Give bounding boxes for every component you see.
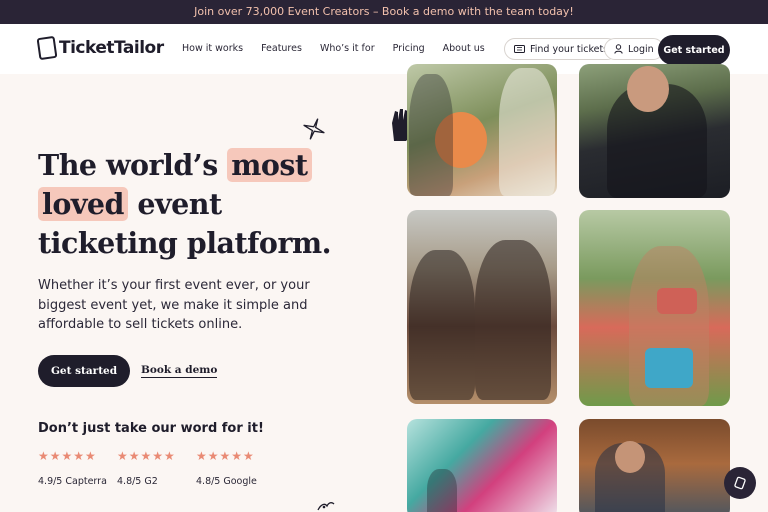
ticket-chat-icon	[734, 476, 746, 490]
nav-link-pricing[interactable]: Pricing	[393, 43, 425, 54]
review-capterra: ★★★★★ 4.9/5 Capterra	[38, 449, 107, 487]
hero-title-part3: ticketing platform.	[38, 226, 332, 260]
nav-links: How it works Features Who’s it for Prici…	[182, 43, 485, 54]
hero-subtitle: Whether it’s your first event ever, or y…	[38, 278, 310, 332]
user-icon	[614, 44, 623, 54]
sparkle-icon	[303, 118, 325, 140]
login-button[interactable]: Login	[604, 38, 664, 60]
event-photo-audience	[579, 419, 730, 512]
star-rating-icon: ★★★★★	[196, 449, 255, 463]
ticket-icon	[514, 45, 525, 53]
nav-link-features[interactable]: Features	[261, 43, 302, 54]
event-photo-carnival	[407, 419, 557, 512]
event-photo-garden	[407, 64, 557, 196]
event-photo-festival	[579, 210, 730, 406]
hero-title-highlight-most: most	[227, 148, 312, 182]
review-label: 4.8/5 G2	[117, 476, 158, 487]
star-rating-icon: ★★★★★	[38, 449, 97, 463]
review-g2: ★★★★★ 4.8/5 G2	[117, 449, 176, 487]
login-label: Login	[628, 43, 654, 55]
find-tickets-button[interactable]: Find your tickets	[504, 38, 619, 60]
review-label: 4.9/5 Capterra	[38, 476, 107, 487]
logo-text: TicketTailor	[59, 38, 164, 58]
nav-link-whos-it-for[interactable]: Who’s it for	[320, 43, 375, 54]
review-google: ★★★★★ 4.8/5 Google	[196, 449, 257, 487]
event-photo-workshop	[407, 210, 557, 404]
bird-doodle-icon	[317, 502, 335, 511]
book-demo-link[interactable]: Book a demo	[141, 364, 218, 378]
hero-title-part2: event	[137, 187, 222, 221]
nav-link-how-it-works[interactable]: How it works	[182, 43, 243, 54]
star-rating-icon: ★★★★★	[117, 449, 176, 463]
nav-get-started-button[interactable]: Get started	[658, 35, 730, 65]
review-label: 4.8/5 Google	[196, 476, 257, 487]
chat-widget-button[interactable]	[724, 467, 756, 499]
announcement-banner[interactable]: Join over 73,000 Event Creators – Book a…	[0, 0, 768, 24]
banner-text[interactable]: Join over 73,000 Event Creators – Book a…	[194, 5, 574, 18]
logo-ticket-icon	[36, 35, 58, 61]
hero-title-highlight-loved: loved	[38, 187, 128, 221]
nav-link-about-us[interactable]: About us	[443, 43, 485, 54]
hero-title: The world’s most loved event ticketing p…	[38, 146, 378, 263]
logo[interactable]: TicketTailor	[36, 34, 164, 62]
reviews-title: Don’t just take our word for it!	[38, 421, 264, 436]
hero-title-part1: The world’s	[38, 148, 218, 182]
event-photo-speaker	[579, 64, 730, 198]
find-tickets-label: Find your tickets	[530, 43, 609, 55]
hero-get-started-button[interactable]: Get started	[38, 355, 130, 387]
